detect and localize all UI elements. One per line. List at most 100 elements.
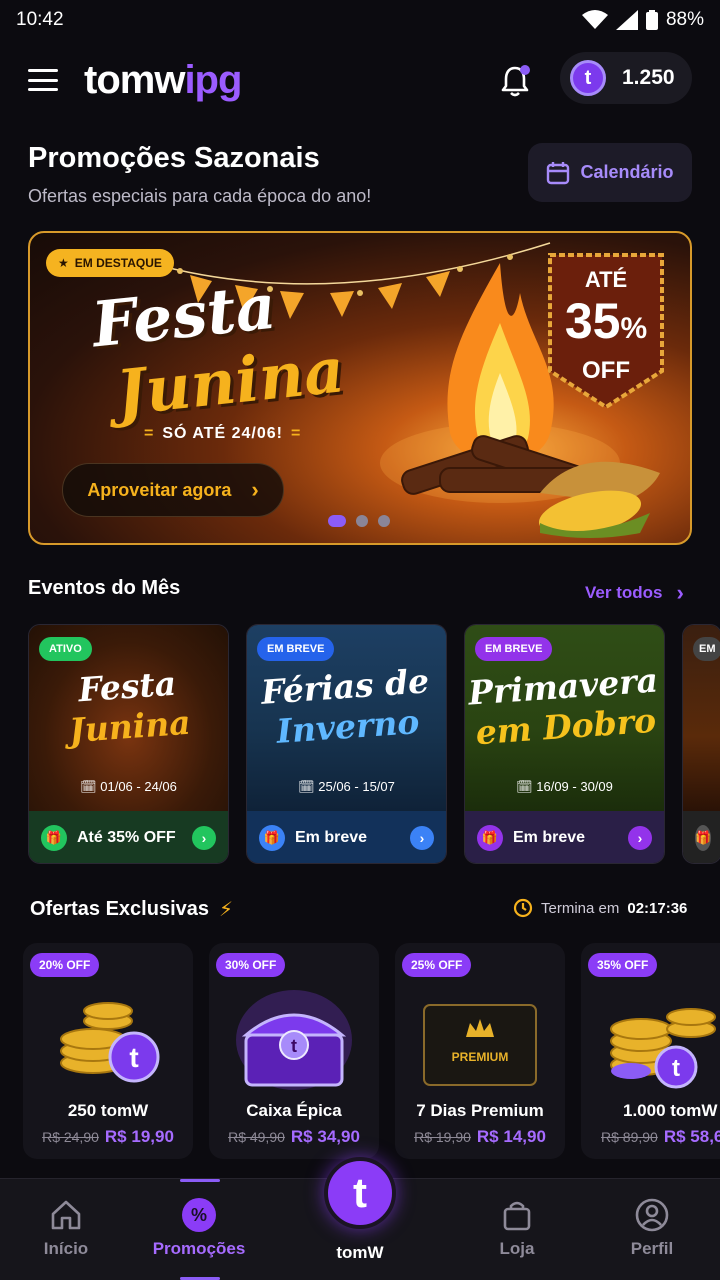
- chevron-right-icon: ›: [251, 477, 259, 502]
- nav-perfil[interactable]: Perfil: [592, 1179, 712, 1280]
- event-card-partial[interactable]: EM 🎁: [682, 624, 720, 864]
- status-bar: 10:42 88%: [0, 0, 720, 40]
- status-icons: 88%: [581, 9, 704, 31]
- offer-name: Caixa Épica: [246, 1101, 342, 1120]
- clock-icon: [513, 898, 533, 918]
- premium-card-icon: PREMIUM: [423, 1004, 537, 1086]
- user-icon: [634, 1197, 670, 1233]
- status-badge: EM: [693, 637, 720, 661]
- carousel-dot[interactable]: [378, 515, 390, 527]
- calendar-icon: [547, 161, 570, 184]
- event-title: Festa Junina: [67, 663, 192, 751]
- event-footer: 🎁 Em breve ›: [465, 811, 664, 863]
- nav-tomw-label[interactable]: tomW: [300, 1243, 420, 1263]
- bottom-navigation: Início % Promoções t tomW Loja Perfil: [0, 1157, 720, 1280]
- offer-card[interactable]: 20% OFF t 250 tomW R$ 24,90 R$ 19,90: [23, 943, 193, 1159]
- offer-price: R$ 49,90 R$ 34,90: [228, 1127, 360, 1146]
- discount-percent: %: [620, 312, 648, 345]
- coins-icon: t: [60, 1002, 160, 1083]
- carousel-dot[interactable]: [328, 515, 346, 527]
- event-footer-label: Em breve: [513, 829, 586, 846]
- gift-icon: 🎁: [477, 825, 503, 851]
- nav-loja[interactable]: Loja: [457, 1179, 577, 1280]
- chevron-right-icon[interactable]: ›: [192, 826, 216, 850]
- calendar-button-label: Calendário: [580, 162, 674, 182]
- t-coin-icon: t: [570, 60, 606, 96]
- premium-label: PREMIUM: [452, 1050, 509, 1064]
- timer-label: Termina em: [541, 899, 620, 917]
- page-title: Promoções Sazonais: [28, 142, 320, 174]
- offer-card[interactable]: 35% OFF t 1.000 tomW R$ 89,90 R$ 58,6: [581, 943, 720, 1159]
- event-footer: 🎁 Até 35% OFF ›: [29, 811, 228, 863]
- event-date: 🗓 16/09 - 30/09: [516, 779, 613, 794]
- discount-label: ATÉ 35% OFF: [546, 267, 666, 385]
- gift-icon: 🎁: [695, 825, 712, 851]
- chevron-right-icon[interactable]: ›: [410, 826, 434, 850]
- carousel-dots[interactable]: [328, 515, 390, 527]
- bell-icon[interactable]: [498, 64, 532, 98]
- offers-title-label: Ofertas Exclusivas: [30, 898, 209, 920]
- bag-icon: [499, 1197, 535, 1233]
- hero-cta-button[interactable]: Aproveitar agora ›: [62, 463, 284, 517]
- event-date: 🗓 01/06 - 24/06: [80, 779, 177, 794]
- t-coin-icon[interactable]: t: [324, 1157, 396, 1229]
- event-card-festa-junina[interactable]: ATIVO Festa Junina 🗓 01/06 - 24/06 🎁 Até…: [28, 624, 229, 864]
- offer-price: R$ 24,90 R$ 19,90: [42, 1127, 174, 1146]
- page-subtitle: Ofertas especiais para cada época do ano…: [28, 186, 372, 206]
- svg-text:t: t: [672, 1055, 680, 1082]
- corn-illustration: [538, 461, 660, 538]
- status-badge: EM BREVE: [475, 637, 553, 661]
- offer-price: R$ 19,90 R$ 14,90: [414, 1127, 546, 1146]
- discount-bottom: OFF: [582, 357, 630, 384]
- nav-label: Promoções: [152, 1239, 246, 1258]
- discount-top: ATÉ: [584, 267, 628, 292]
- event-card-primavera[interactable]: EM BREVE Primavera em Dobro 🗓 16/09 - 30…: [464, 624, 665, 864]
- carousel-dot[interactable]: [356, 515, 368, 527]
- signal-icon: [615, 10, 638, 30]
- event-footer-label: Até 35% OFF: [77, 829, 176, 846]
- discount-badge: 25% OFF: [402, 953, 472, 977]
- wifi-icon: [581, 10, 608, 29]
- coin-balance-pill[interactable]: t 1.250: [560, 52, 692, 104]
- hero-banner[interactable]: ★ EM DESTAQUE Festa Junina SÓ ATÉ 24/06!…: [28, 231, 692, 545]
- events-section-title: Eventos do Mês: [28, 577, 181, 599]
- offer-card[interactable]: 30% OFF t Caixa Épica R$ 49,90 R$ 34,90: [209, 943, 379, 1159]
- offer-card[interactable]: 25% OFF PREMIUM 7 Dias Premium R$ 19,90 R…: [395, 943, 565, 1159]
- discount-badge: 20% OFF: [30, 953, 100, 977]
- event-card-ferias-inverno[interactable]: EM BREVE Férias de Inverno 🗓 25/06 - 15/…: [246, 624, 447, 864]
- event-footer: 🎁: [683, 811, 720, 863]
- gift-icon: 🎁: [259, 825, 285, 851]
- chevron-right-icon: ›: [676, 580, 684, 605]
- nav-label: Loja: [499, 1239, 535, 1258]
- battery-percent: 88%: [665, 9, 704, 30]
- chest-icon: t: [236, 990, 352, 1090]
- status-badge: ATIVO: [39, 637, 92, 661]
- menu-icon[interactable]: [28, 69, 58, 91]
- discount-value: 35: [564, 293, 621, 349]
- gift-icon: 🎁: [41, 825, 67, 851]
- status-time: 10:42: [16, 9, 64, 30]
- discount-badge: 30% OFF: [216, 953, 286, 977]
- calendar-button[interactable]: Calendário: [528, 143, 692, 202]
- see-all-label: Ver todos: [585, 583, 663, 602]
- coin-balance: 1.250: [622, 66, 675, 89]
- chevron-right-icon[interactable]: ›: [628, 826, 652, 850]
- offers-section-title: Ofertas Exclusivas ⚡: [30, 897, 233, 922]
- offer-name: 7 Dias Premium: [416, 1101, 544, 1120]
- lightning-icon: ⚡: [219, 899, 234, 921]
- see-all-link[interactable]: Ver todos ›: [585, 580, 684, 606]
- app-header: tomwipg t 1.250: [0, 52, 720, 108]
- battery-icon: [645, 10, 658, 30]
- offer-timer: Termina em 02:17:36: [513, 898, 687, 918]
- coins-icon: t: [610, 1008, 716, 1089]
- nav-label: Perfil: [630, 1239, 674, 1258]
- offer-price: R$ 89,90 R$ 58,6: [601, 1127, 720, 1146]
- offer-name: 1.000 tomW: [623, 1101, 718, 1120]
- hero-deadline: SÓ ATÉ 24/06!: [136, 425, 309, 443]
- svg-text:t: t: [291, 1036, 297, 1056]
- nav-promocoes[interactable]: % Promoções: [139, 1179, 259, 1280]
- event-footer-label: Em breve: [295, 829, 368, 846]
- timer-value: 02:17:36: [627, 899, 688, 917]
- nav-inicio[interactable]: Início: [6, 1179, 126, 1280]
- nav-label: Início: [43, 1239, 89, 1258]
